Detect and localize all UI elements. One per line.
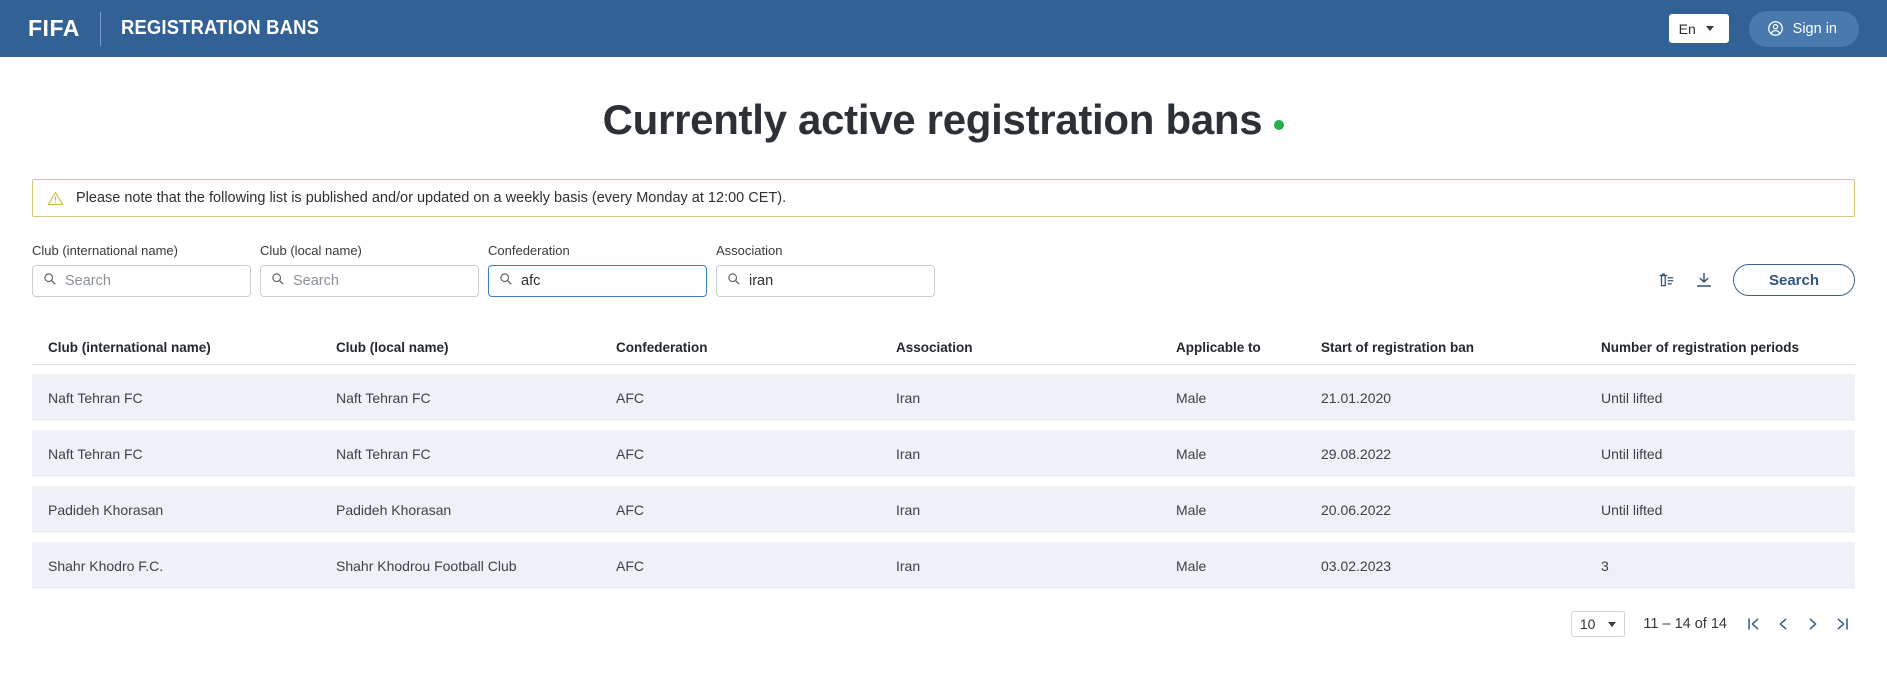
filter-label: Association <box>716 243 935 258</box>
cell-registration-periods: Until lifted <box>1585 390 1855 406</box>
brand-logo[interactable]: FIFA REGISTRATION BANS <box>28 12 336 46</box>
clear-filters-icon[interactable] <box>1657 271 1675 289</box>
filter-club-local: Club (local name) Search <box>260 243 479 297</box>
user-account-icon <box>1767 20 1784 37</box>
page-size-value: 10 <box>1580 616 1596 632</box>
cell-applicable-to: Male <box>1160 558 1305 574</box>
notice-text: Please note that the following list is p… <box>76 190 786 206</box>
cell-club-international: Padideh Khorasan <box>32 502 320 518</box>
cell-confederation: AFC <box>600 502 880 518</box>
page-size-selector[interactable]: 10 <box>1571 611 1626 637</box>
chevron-down-icon <box>1706 26 1714 31</box>
brand-divider <box>100 12 101 46</box>
cell-club-local: Naft Tehran FC <box>320 446 600 462</box>
cell-club-local: Naft Tehran FC <box>320 390 600 406</box>
cell-confederation: AFC <box>600 446 880 462</box>
warning-triangle-icon <box>47 190 64 207</box>
column-header-club-international: Club (international name) <box>32 340 320 355</box>
search-icon <box>499 272 512 290</box>
cell-club-international: Naft Tehran FC <box>32 446 320 462</box>
pagination-range-label: 11 – 14 of 14 <box>1643 616 1727 632</box>
cell-applicable-to: Male <box>1160 502 1305 518</box>
input-value: iran <box>749 273 773 289</box>
sign-in-button[interactable]: Sign in <box>1749 11 1859 47</box>
cell-registration-periods: 3 <box>1585 558 1855 574</box>
cell-applicable-to: Male <box>1160 390 1305 406</box>
filter-confederation: Confederation afc <box>488 243 707 297</box>
last-page-icon[interactable] <box>1835 616 1851 632</box>
input-value: afc <box>521 273 540 289</box>
chevron-down-icon <box>1608 622 1616 627</box>
table-row[interactable]: Shahr Khodro F.C. Shahr Khodrou Football… <box>32 542 1855 589</box>
column-header-club-local: Club (local name) <box>320 340 600 355</box>
confederation-input[interactable]: afc <box>488 265 707 297</box>
filter-label: Club (international name) <box>32 243 251 258</box>
cell-club-international: Shahr Khodro F.C. <box>32 558 320 574</box>
language-selector-value: En <box>1679 21 1696 37</box>
page-title: Currently active registration bans <box>0 99 1887 141</box>
cell-applicable-to: Male <box>1160 446 1305 462</box>
language-selector[interactable]: En <box>1669 14 1729 43</box>
cell-start-of-ban: 21.01.2020 <box>1305 390 1585 406</box>
column-header-association: Association <box>880 340 1160 355</box>
cell-confederation: AFC <box>600 390 880 406</box>
cell-registration-periods: Until lifted <box>1585 502 1855 518</box>
pagination-buttons <box>1745 616 1851 632</box>
previous-page-icon[interactable] <box>1775 616 1791 632</box>
search-button-label: Search <box>1769 272 1819 289</box>
input-placeholder: Search <box>65 273 111 289</box>
table-row[interactable]: Naft Tehran FC Naft Tehran FC AFC Iran M… <box>32 374 1855 421</box>
cell-start-of-ban: 29.08.2022 <box>1305 446 1585 462</box>
cell-club-local: Shahr Khodrou Football Club <box>320 558 600 574</box>
app-title-text: REGISTRATION BANS <box>121 17 319 40</box>
search-icon <box>271 272 284 290</box>
filter-action-buttons: Search <box>1657 264 1855 297</box>
search-icon <box>727 272 740 290</box>
top-header-bar: FIFA REGISTRATION BANS En Sign in <box>0 0 1887 57</box>
cell-registration-periods: Until lifted <box>1585 446 1855 462</box>
pagination-controls: 10 11 – 14 of 14 <box>32 611 1855 637</box>
next-page-icon[interactable] <box>1805 616 1821 632</box>
association-input[interactable]: iran <box>716 265 935 297</box>
column-header-confederation: Confederation <box>600 340 880 355</box>
cell-confederation: AFC <box>600 558 880 574</box>
sign-in-label: Sign in <box>1793 21 1837 37</box>
cell-start-of-ban: 20.06.2022 <box>1305 502 1585 518</box>
column-header-applicable-to: Applicable to <box>1160 340 1305 355</box>
column-header-registration-periods: Number of registration periods <box>1585 340 1855 355</box>
fifa-logo-text: FIFA <box>28 15 80 42</box>
column-header-start-of-ban: Start of registration ban <box>1305 340 1585 355</box>
page-title-text: Currently active registration bans <box>603 96 1263 143</box>
filter-bar: Club (international name) Search Club (l… <box>32 243 1855 297</box>
club-local-input[interactable]: Search <box>260 265 479 297</box>
cell-association: Iran <box>880 502 1160 518</box>
download-icon[interactable] <box>1695 271 1713 289</box>
table-header-row: Club (international name) Club (local na… <box>32 331 1855 365</box>
filter-label: Club (local name) <box>260 243 479 258</box>
club-international-input[interactable]: Search <box>32 265 251 297</box>
cell-club-local: Padideh Khorasan <box>320 502 600 518</box>
cell-association: Iran <box>880 558 1160 574</box>
cell-start-of-ban: 03.02.2023 <box>1305 558 1585 574</box>
filter-club-international: Club (international name) Search <box>32 243 251 297</box>
cell-association: Iran <box>880 390 1160 406</box>
filter-label: Confederation <box>488 243 707 258</box>
title-accent-dot <box>1274 120 1284 130</box>
filter-association: Association iran <box>716 243 935 297</box>
cell-club-international: Naft Tehran FC <box>32 390 320 406</box>
first-page-icon[interactable] <box>1745 616 1761 632</box>
table-row[interactable]: Naft Tehran FC Naft Tehran FC AFC Iran M… <box>32 430 1855 477</box>
table-row[interactable]: Padideh Khorasan Padideh Khorasan AFC Ir… <box>32 486 1855 533</box>
cell-association: Iran <box>880 446 1160 462</box>
search-button[interactable]: Search <box>1733 264 1855 296</box>
notice-banner: Please note that the following list is p… <box>32 179 1855 217</box>
header-actions: En Sign in <box>1669 11 1859 47</box>
search-icon <box>43 272 56 290</box>
input-placeholder: Search <box>293 273 339 289</box>
registration-bans-table: Club (international name) Club (local na… <box>32 331 1855 589</box>
